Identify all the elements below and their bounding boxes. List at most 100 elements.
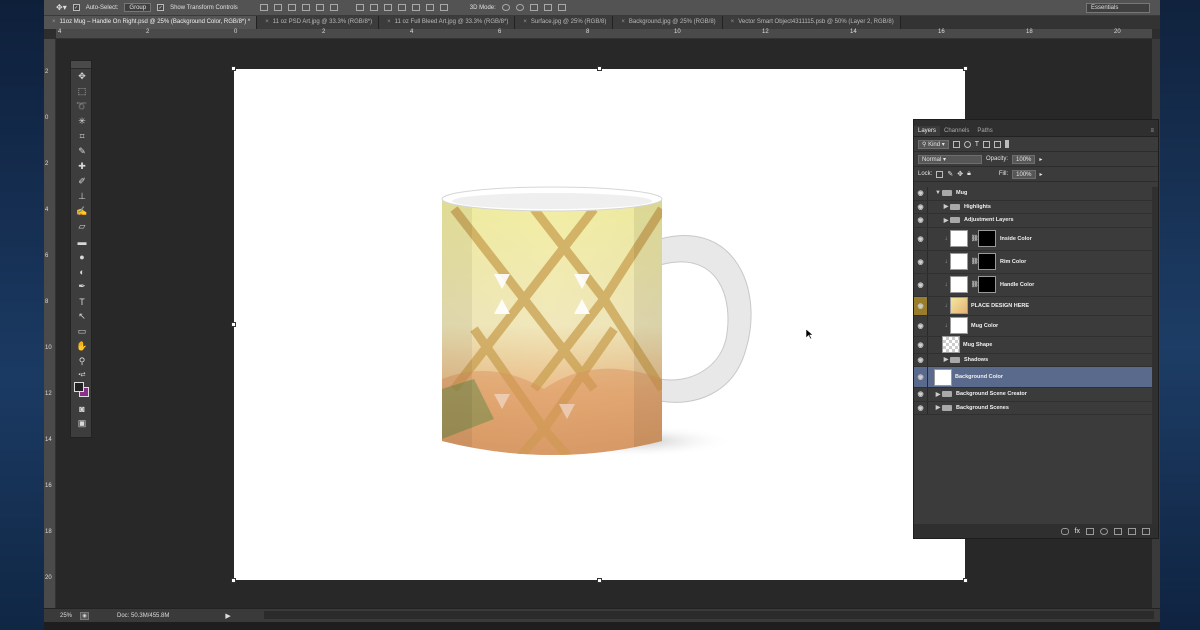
close-icon[interactable]: × — [265, 19, 269, 25]
distribute-top-icon[interactable] — [355, 4, 364, 11]
visibility-eye-icon[interactable]: ◉ — [914, 367, 928, 387]
close-icon[interactable]: × — [52, 19, 56, 25]
opacity-arrow-icon[interactable]: ▸ — [1039, 156, 1042, 163]
new-layer-icon[interactable] — [1128, 527, 1136, 535]
filter-adjustment-icon[interactable] — [963, 140, 971, 148]
transform-handle-tc[interactable] — [597, 66, 602, 71]
transform-controls-checkbox[interactable]: ✓ — [157, 4, 165, 11]
add-mask-icon[interactable] — [1086, 527, 1094, 535]
layer-row[interactable]: ◉ ▶ Shadows — [914, 353, 1152, 367]
delete-layer-icon[interactable] — [1142, 527, 1150, 535]
fill-arrow-icon[interactable]: ▸ — [1040, 171, 1043, 178]
layer-mask-thumbnail[interactable] — [978, 230, 996, 247]
visibility-eye-icon[interactable]: ◉ — [914, 273, 928, 296]
layer-thumbnail[interactable] — [942, 336, 960, 353]
vertical-ruler[interactable]: 2 0 2 4 6 8 10 12 14 16 18 20 — [44, 39, 56, 608]
auto-align-icon[interactable] — [439, 4, 448, 11]
align-vcenter-icon[interactable] — [273, 4, 282, 11]
layer-row[interactable]: ◉ Background Color — [914, 367, 1152, 388]
link-icon[interactable]: ⛓ — [971, 235, 979, 242]
distribute-bottom-icon[interactable] — [383, 4, 392, 11]
filter-toggle-icon[interactable] — [1005, 140, 1010, 148]
visibility-eye-icon[interactable]: ◉ — [914, 401, 928, 414]
layer-mask-thumbnail[interactable] — [978, 276, 996, 293]
align-left-icon[interactable] — [301, 4, 310, 11]
default-colors-icon[interactable]: ▪⇄ — [71, 369, 93, 379]
layer-thumbnail[interactable] — [934, 368, 952, 386]
3d-rotate-icon[interactable] — [501, 4, 510, 11]
layer-row[interactable]: ◉ ↓ ⛓ Handle Color — [914, 273, 1152, 297]
eraser-tool-icon[interactable]: ▱ — [71, 219, 93, 234]
collapsed-arrow-icon[interactable]: ▶ — [942, 356, 950, 363]
filter-smart-object-icon[interactable] — [994, 140, 1002, 148]
crop-tool-icon[interactable]: ⌗ — [71, 129, 93, 144]
tab-document-3[interactable]: × 11 oz Full Bleed Art.jpg @ 33.3% (RGB/8… — [379, 16, 516, 29]
history-brush-tool-icon[interactable]: ✍ — [71, 204, 93, 219]
3d-scale-icon[interactable] — [557, 4, 566, 11]
tab-document-5[interactable]: × Background.jpg @ 25% (RGB/8) — [613, 16, 723, 29]
layer-style-icon[interactable]: fx — [1075, 528, 1080, 535]
layer-row[interactable]: ◉ ▶ Highlights — [914, 200, 1152, 214]
magic-wand-tool-icon[interactable]: ✳ — [71, 114, 93, 129]
pen-tool-icon[interactable]: ✒ — [71, 279, 93, 294]
layer-thumbnail[interactable] — [950, 297, 968, 314]
visibility-eye-icon[interactable]: ◉ — [914, 227, 928, 250]
tab-channels[interactable]: Channels — [940, 126, 973, 136]
opacity-input[interactable]: 100% — [1012, 154, 1036, 164]
align-bottom-icon[interactable] — [287, 4, 296, 11]
move-tool-icon[interactable]: ✥ — [71, 69, 93, 84]
layer-row[interactable]: ◉ ↓ PLACE DESIGN HERE — [914, 296, 1152, 316]
visibility-eye-icon[interactable]: ◉ — [914, 315, 928, 336]
layer-row[interactable]: ◉ ↓ ⛓ Inside Color — [914, 227, 1152, 251]
horizontal-ruler[interactable]: 4 2 0 2 4 6 8 10 12 14 16 18 20 — [56, 29, 1152, 39]
layer-row[interactable]: ◉ Mug Shape — [914, 336, 1152, 354]
tab-layers[interactable]: Layers — [914, 126, 941, 136]
visibility-eye-icon[interactable]: ◉ — [914, 200, 928, 213]
transform-handle-br[interactable] — [963, 578, 968, 583]
collapsed-arrow-icon[interactable]: ▶ — [934, 404, 942, 411]
brush-tool-icon[interactable]: ✐ — [71, 174, 93, 189]
dodge-tool-icon[interactable]: ◐ — [71, 264, 93, 279]
blur-tool-icon[interactable]: ● — [71, 249, 93, 264]
new-adjustment-icon[interactable] — [1100, 527, 1108, 535]
panel-menu-icon[interactable]: ≡ — [1146, 126, 1158, 136]
link-icon[interactable]: ⛓ — [971, 258, 979, 265]
align-top-icon[interactable] — [259, 4, 268, 11]
distribute-hcenter-icon[interactable] — [411, 4, 420, 11]
move-tool-preset-icon[interactable]: ✥▾ — [56, 3, 67, 12]
tab-document-4[interactable]: × Surface.jpg @ 25% (RGB/8) — [515, 16, 614, 29]
collapsed-arrow-icon[interactable]: ▶ — [942, 203, 950, 210]
lock-position-icon[interactable]: ✥ — [957, 170, 963, 178]
distribute-right-icon[interactable] — [425, 4, 434, 11]
visibility-eye-icon[interactable]: ◉ — [914, 353, 928, 366]
align-right-icon[interactable] — [329, 4, 338, 11]
marquee-tool-icon[interactable]: ⬚ — [71, 84, 93, 99]
lock-transparency-icon[interactable] — [936, 170, 944, 178]
filter-pixel-icon[interactable] — [952, 140, 960, 148]
collapsed-arrow-icon[interactable]: ▶ — [934, 391, 942, 398]
blend-mode-dropdown[interactable]: Normal ▾ — [918, 154, 982, 164]
lock-all-icon[interactable]: 🔒︎ — [967, 170, 971, 178]
visibility-eye-icon[interactable]: ◉ — [914, 250, 928, 273]
close-icon[interactable]: × — [387, 19, 391, 25]
close-icon[interactable]: × — [523, 19, 527, 25]
close-icon[interactable]: × — [731, 19, 735, 25]
align-hcenter-icon[interactable] — [315, 4, 324, 11]
layer-row[interactable]: ◉ ↓ ⛓ Rim Color — [914, 250, 1152, 274]
zoom-level[interactable]: 25% — [60, 613, 72, 619]
transform-handle-bl[interactable] — [231, 578, 236, 583]
layers-scrollbar[interactable] — [1152, 187, 1158, 525]
3d-pan-icon[interactable] — [529, 4, 538, 11]
transform-handle-tr[interactable] — [963, 66, 968, 71]
transform-handle-ml[interactable] — [231, 322, 236, 327]
link-icon[interactable]: ⛓ — [971, 281, 979, 288]
foreground-color-swatch[interactable] — [74, 382, 84, 392]
hand-tool-icon[interactable]: ✋ — [71, 339, 93, 354]
gradient-tool-icon[interactable]: ▬ — [71, 234, 93, 249]
visibility-eye-icon[interactable]: ◉ — [914, 336, 928, 353]
screen-mode-icon[interactable]: ▣ — [71, 416, 93, 431]
lock-pixels-icon[interactable]: ✎ — [947, 170, 953, 178]
layer-row[interactable]: ◉ ▶ Background Scenes — [914, 401, 1152, 415]
layer-row[interactable]: ◉ ↓ Mug Color — [914, 315, 1152, 337]
zoom-tool-icon[interactable]: ⚲ — [71, 354, 93, 369]
